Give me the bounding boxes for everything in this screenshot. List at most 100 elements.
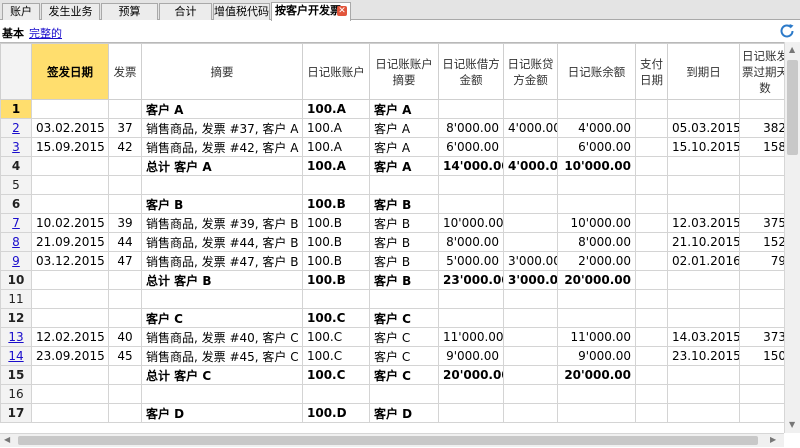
cell-debit[interactable]: 20'000.00 — [438, 365, 504, 385]
cell-invoice[interactable]: 47 — [108, 251, 142, 271]
cell-overdue-days[interactable] — [739, 175, 784, 195]
cell-description[interactable]: 客户 B — [141, 194, 303, 214]
cell-account[interactable] — [302, 289, 370, 309]
cell-balance[interactable]: 20'000.00 — [557, 365, 636, 385]
cell-account-desc[interactable] — [369, 289, 439, 309]
cell-debit[interactable] — [438, 194, 504, 214]
cell-account-desc[interactable]: 客户 C — [369, 308, 439, 328]
cell-due-date[interactable]: 12.03.2015 — [667, 213, 740, 233]
cell-invoice[interactable] — [108, 365, 142, 385]
cell-paid-date[interactable] — [635, 118, 668, 138]
cell-balance[interactable] — [557, 403, 636, 423]
table-row[interactable]: 13 12.02.2015 40 销售商品, 发票 #40, 客户 C 100.C 客户 … — [0, 327, 784, 347]
cell-account[interactable]: 100.B — [302, 270, 370, 290]
cell-description[interactable] — [141, 289, 303, 309]
table-row[interactable]: 7 10.02.2015 39 销售商品, 发票 #39, 客户 B 100.B 客户 B… — [0, 213, 784, 233]
cell-overdue-days[interactable] — [739, 99, 784, 119]
cell-due-date[interactable] — [667, 194, 740, 214]
cell-paid-date[interactable] — [635, 137, 668, 157]
cell-account-desc[interactable]: 客户 B — [369, 251, 439, 271]
cell-account[interactable]: 100.B — [302, 194, 370, 214]
table-row[interactable]: 16 — [0, 384, 784, 404]
cell-invoice[interactable]: 42 — [108, 137, 142, 157]
tab-budget[interactable]: 预算 — [101, 3, 158, 20]
cell-due-date[interactable] — [667, 403, 740, 423]
cell-paid-date[interactable] — [635, 365, 668, 385]
cell-debit[interactable]: 10'000.00 — [438, 213, 504, 233]
cell-debit[interactable] — [438, 384, 504, 404]
cell-invoice[interactable] — [108, 156, 142, 176]
cell-balance[interactable] — [557, 194, 636, 214]
cell-overdue-days[interactable] — [739, 289, 784, 309]
cell-date[interactable] — [31, 308, 109, 328]
cell-overdue-days[interactable] — [739, 403, 784, 423]
cell-credit[interactable] — [503, 346, 558, 366]
row-number[interactable]: 8 — [0, 232, 32, 252]
cell-overdue-days[interactable] — [739, 308, 784, 328]
cell-account-desc[interactable]: 客户 A — [369, 137, 439, 157]
cell-invoice[interactable]: 44 — [108, 232, 142, 252]
cell-description[interactable]: 销售商品, 发票 #42, 客户 A — [141, 137, 303, 157]
scroll-right-icon[interactable]: ▶ — [770, 435, 776, 445]
cell-account[interactable] — [302, 384, 370, 404]
cell-description[interactable]: 销售商品, 发票 #47, 客户 B — [141, 251, 303, 271]
cell-invoice[interactable]: 45 — [108, 346, 142, 366]
cell-paid-date[interactable] — [635, 213, 668, 233]
row-number[interactable]: 5 — [0, 175, 32, 195]
cell-date[interactable]: 12.02.2015 — [31, 327, 109, 347]
col-header-account-desc[interactable]: 日记账账户摘要 — [369, 43, 439, 100]
cell-credit[interactable] — [503, 137, 558, 157]
cell-due-date[interactable] — [667, 308, 740, 328]
cell-account[interactable]: 100.A — [302, 137, 370, 157]
cell-date[interactable] — [31, 99, 109, 119]
view-basic[interactable]: 基本 — [2, 25, 24, 41]
cell-overdue-days[interactable] — [739, 194, 784, 214]
cell-overdue-days[interactable]: 158 — [739, 137, 784, 157]
cell-credit[interactable] — [503, 403, 558, 423]
col-header-description[interactable]: 摘要 — [141, 43, 303, 100]
cell-balance[interactable]: 2'000.00 — [557, 251, 636, 271]
cell-description[interactable]: 销售商品, 发票 #40, 客户 C — [141, 327, 303, 347]
tab-accounts[interactable]: 账户 — [2, 3, 40, 20]
cell-balance[interactable]: 10'000.00 — [557, 156, 636, 176]
cell-credit[interactable] — [503, 289, 558, 309]
cell-credit[interactable] — [503, 308, 558, 328]
cell-credit[interactable] — [503, 327, 558, 347]
cell-balance[interactable] — [557, 384, 636, 404]
cell-date[interactable] — [31, 175, 109, 195]
col-header-overdue-days[interactable]: 日记账发票过期天数 — [739, 43, 784, 100]
cell-date[interactable]: 21.09.2015 — [31, 232, 109, 252]
cell-invoice[interactable] — [108, 175, 142, 195]
cell-balance[interactable] — [557, 175, 636, 195]
cell-description[interactable]: 销售商品, 发票 #45, 客户 C — [141, 346, 303, 366]
tab-totals[interactable]: 合计 — [159, 3, 212, 20]
cell-overdue-days[interactable]: 382 — [739, 118, 784, 138]
vertical-scroll-thumb[interactable] — [787, 60, 798, 155]
cell-balance[interactable] — [557, 289, 636, 309]
table-row[interactable]: 3 15.09.2015 42 销售商品, 发票 #42, 客户 A 100.A 客户 A… — [0, 137, 784, 157]
cell-date[interactable]: 03.12.2015 — [31, 251, 109, 271]
cell-credit[interactable] — [503, 175, 558, 195]
col-header-credit[interactable]: 日记账贷方金额 — [503, 43, 558, 100]
cell-credit[interactable] — [503, 99, 558, 119]
col-header-date[interactable]: 签发日期 — [31, 43, 109, 100]
tab-invoices-by-customer[interactable]: 按客户开发票 ✕ — [271, 2, 351, 21]
cell-account[interactable] — [302, 175, 370, 195]
cell-debit[interactable]: 8'000.00 — [438, 118, 504, 138]
cell-description[interactable]: 客户 D — [141, 403, 303, 423]
cell-overdue-days[interactable]: 373 — [739, 327, 784, 347]
cell-description[interactable]: 销售商品, 发票 #39, 客户 B — [141, 213, 303, 233]
cell-paid-date[interactable] — [635, 308, 668, 328]
row-number[interactable]: 7 — [0, 213, 32, 233]
vertical-scrollbar[interactable]: ▲ ▼ — [784, 42, 800, 433]
cell-balance[interactable]: 11'000.00 — [557, 327, 636, 347]
cell-paid-date[interactable] — [635, 346, 668, 366]
cell-overdue-days[interactable]: 152 — [739, 232, 784, 252]
cell-paid-date[interactable] — [635, 270, 668, 290]
table-row[interactable]: 6 客户 B 100.B 客户 B — [0, 194, 784, 214]
cell-account[interactable]: 100.B — [302, 213, 370, 233]
cell-overdue-days[interactable] — [739, 156, 784, 176]
scroll-down-icon[interactable]: ▼ — [789, 420, 795, 430]
cell-overdue-days[interactable]: 375 — [739, 213, 784, 233]
cell-date[interactable] — [31, 403, 109, 423]
